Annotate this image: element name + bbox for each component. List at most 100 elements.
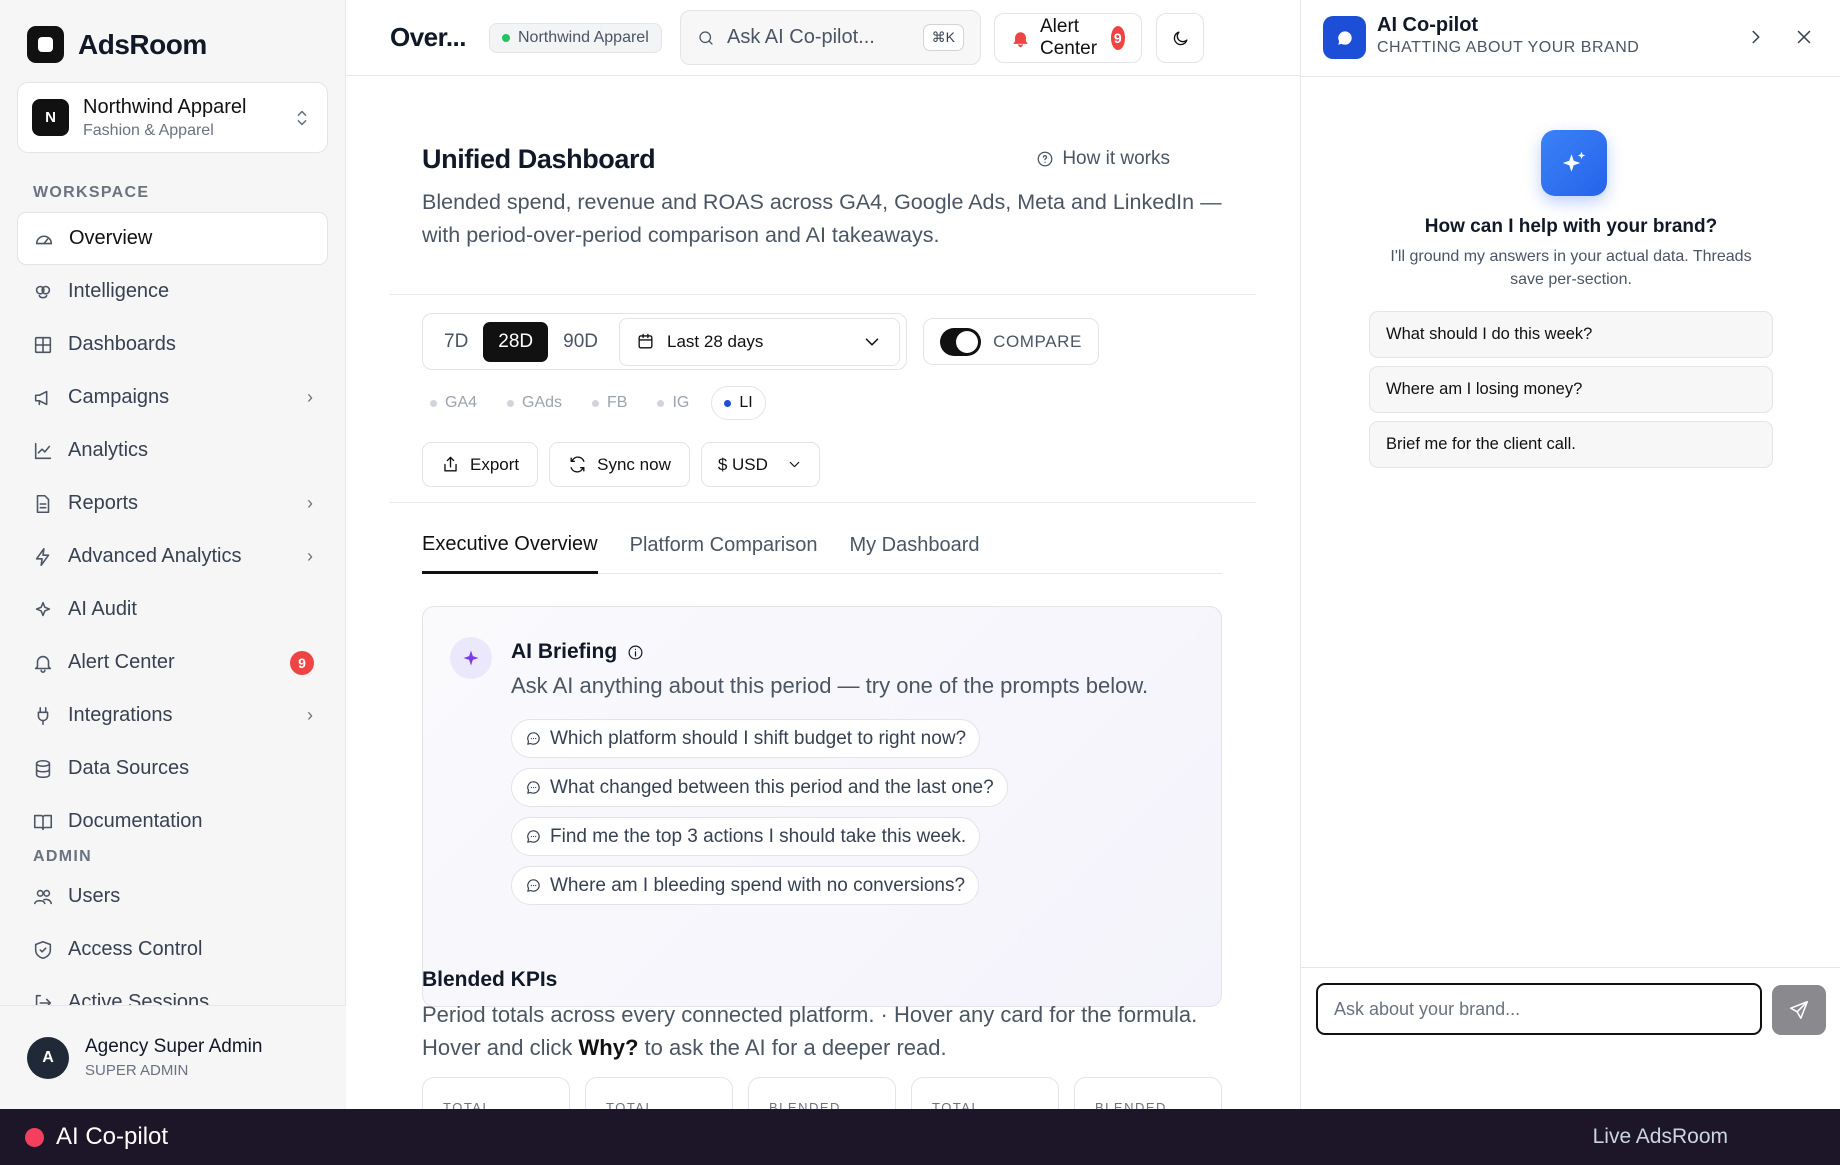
sidebar-item-campaigns[interactable]: Campaigns › xyxy=(17,371,328,424)
platform-chip-li[interactable]: LI xyxy=(711,386,766,420)
briefing-subtitle: Ask AI anything about this period — try … xyxy=(511,673,1149,698)
prompt-chip[interactable]: Find me the top 3 actions I should take … xyxy=(511,817,981,856)
compare-toggle[interactable]: COMPARE xyxy=(923,318,1099,365)
send-button[interactable] xyxy=(1772,985,1826,1035)
suggestion-button[interactable]: Brief me for the client call. xyxy=(1369,421,1773,468)
copilot-question: How can I help with your brand? xyxy=(1424,216,1718,237)
suggestion-button[interactable]: Where am I losing money? xyxy=(1369,366,1773,413)
alert-count-badge: 9 xyxy=(290,650,314,675)
chat-bubble-icon xyxy=(525,730,542,747)
alert-count-badge: 9 xyxy=(1110,26,1125,50)
sidebar-item-advanced-analytics[interactable]: Advanced Analytics › xyxy=(17,530,328,583)
sparkles-icon xyxy=(1541,130,1607,196)
sidebar-item-overview[interactable]: Overview xyxy=(17,212,328,265)
prompt-chip[interactable]: Which platform should I shift budget to … xyxy=(511,719,981,758)
suggestion-button[interactable]: What should I do this week? xyxy=(1369,311,1773,358)
date-range-dropdown[interactable]: Last 28 days xyxy=(619,317,900,366)
user-role: SUPER ADMIN xyxy=(85,1062,189,1079)
grid-icon xyxy=(32,334,54,356)
sidebar-item-reports[interactable]: Reports › xyxy=(17,477,328,530)
app-logo[interactable]: AdsRoom xyxy=(27,26,207,63)
platform-chip-fb[interactable]: FB xyxy=(584,386,635,420)
ask-copilot-search[interactable]: Ask AI Co-pilot... ⌘K xyxy=(680,10,981,65)
how-it-works-link[interactable]: How it works xyxy=(1036,148,1170,170)
book-icon xyxy=(32,811,54,833)
chevron-down-icon xyxy=(786,456,803,473)
briefing-title-row: AI Briefing xyxy=(511,640,644,664)
page-title: Over... xyxy=(390,22,467,52)
theme-toggle-button[interactable] xyxy=(1156,13,1204,63)
kpi-card[interactable]: TOTAL xyxy=(585,1077,733,1109)
sidebar-item-access-control[interactable]: Access Control xyxy=(17,923,328,976)
kpi-card[interactable]: BLENDED xyxy=(748,1077,896,1109)
sidebar-item-data-sources[interactable]: Data Sources xyxy=(17,742,328,795)
tab-my-dashboard[interactable]: My Dashboard xyxy=(849,517,979,574)
prompt-chip[interactable]: What changed between this period and the… xyxy=(511,768,1008,807)
chevron-right-icon[interactable] xyxy=(1745,26,1767,48)
sidebar-item-label: Integrations xyxy=(68,704,173,726)
prompt-label: Where am I bleeding spend with no conver… xyxy=(550,874,966,896)
chat-bubble-icon xyxy=(525,828,542,845)
range-7d-button[interactable]: 7D xyxy=(429,322,483,362)
kpi-card[interactable]: TOTAL xyxy=(422,1077,570,1109)
prompt-chip[interactable]: Where am I bleeding spend with no conver… xyxy=(511,866,980,905)
sidebar-item-dashboards[interactable]: Dashboards xyxy=(17,318,328,371)
database-icon xyxy=(32,758,54,780)
chat-bubble-icon xyxy=(525,779,542,796)
users-icon xyxy=(32,886,54,908)
moon-icon xyxy=(1171,29,1190,48)
platform-filter: GA4 GAds FB IG LI xyxy=(422,386,766,420)
status-dot-icon xyxy=(502,34,510,42)
tab-platform-comparison[interactable]: Platform Comparison xyxy=(630,517,818,574)
platform-label: LI xyxy=(739,394,753,411)
copilot-message-input[interactable] xyxy=(1316,983,1762,1035)
chevron-right-icon: › xyxy=(307,387,313,407)
sidebar-item-documentation[interactable]: Documentation xyxy=(17,795,328,848)
brand-avatar: N xyxy=(32,99,69,136)
alert-center-button[interactable]: Alert Center 9 xyxy=(994,13,1142,63)
user-profile[interactable]: A Agency Super Admin SUPER ADMIN xyxy=(0,1005,346,1109)
bell-icon xyxy=(32,652,54,674)
topbar: Over... Northwind Apparel Ask AI Co-pilo… xyxy=(346,0,1300,76)
kpi-card[interactable]: TOTAL xyxy=(911,1077,1059,1109)
tab-executive-overview[interactable]: Executive Overview xyxy=(422,517,598,574)
sidebar-item-ai-audit[interactable]: AI Audit xyxy=(17,583,328,636)
kpi-card[interactable]: BLENDED xyxy=(1074,1077,1222,1109)
share-icon xyxy=(441,455,460,474)
dashboard-title: Unified Dashboard xyxy=(422,144,656,174)
export-button[interactable]: Export xyxy=(422,442,539,487)
chevron-right-icon: › xyxy=(307,705,313,725)
chevron-down-icon xyxy=(861,331,883,353)
toggle-switch[interactable] xyxy=(940,327,982,356)
platform-chip-ga4[interactable]: GA4 xyxy=(422,386,485,420)
brand-switcher[interactable]: N Northwind Apparel Fashion & Apparel xyxy=(17,82,328,153)
why-link[interactable]: Why? xyxy=(579,1035,639,1060)
platform-chip-ig[interactable]: IG xyxy=(649,386,697,420)
range-90d-button[interactable]: 90D xyxy=(548,322,613,362)
sidebar-item-integrations[interactable]: Integrations › xyxy=(17,689,328,742)
date-range-value: Last 28 days xyxy=(667,331,764,351)
sidebar-item-intelligence[interactable]: Intelligence xyxy=(17,265,328,318)
close-icon[interactable] xyxy=(1793,26,1815,48)
sidebar-item-users[interactable]: Users xyxy=(17,870,328,923)
how-it-works-label: How it works xyxy=(1062,148,1170,169)
kpi-cards: TOTAL TOTAL BLENDED TOTAL BLENDED xyxy=(422,1077,1222,1109)
info-icon[interactable] xyxy=(627,644,644,661)
copilot-subtitle: CHATTING ABOUT YOUR BRAND xyxy=(1377,39,1640,56)
prompt-label: Find me the top 3 actions I should take … xyxy=(550,825,967,847)
platform-chip-gads[interactable]: GAds xyxy=(499,386,570,420)
refresh-icon xyxy=(568,455,587,474)
main-content: Unified Dashboard How it works Blended s… xyxy=(346,76,1300,1109)
sparkles-icon xyxy=(32,599,54,621)
help-circle-icon xyxy=(1036,150,1054,168)
sidebar-item-alert-center[interactable]: Alert Center 9 xyxy=(17,636,328,689)
currency-select[interactable]: $ USD xyxy=(700,442,820,487)
sync-now-button[interactable]: Sync now xyxy=(549,442,690,487)
app-name: AdsRoom xyxy=(78,28,207,60)
sidebar-item-analytics[interactable]: Analytics xyxy=(17,424,328,477)
user-name: Agency Super Admin xyxy=(85,1036,263,1057)
range-28d-button[interactable]: 28D xyxy=(483,321,549,362)
alert-center-label: Alert Center xyxy=(1040,16,1098,59)
bottom-bar: AI Co-pilot Live AdsRoom xyxy=(0,1109,1840,1165)
avatar: A xyxy=(27,1036,69,1079)
